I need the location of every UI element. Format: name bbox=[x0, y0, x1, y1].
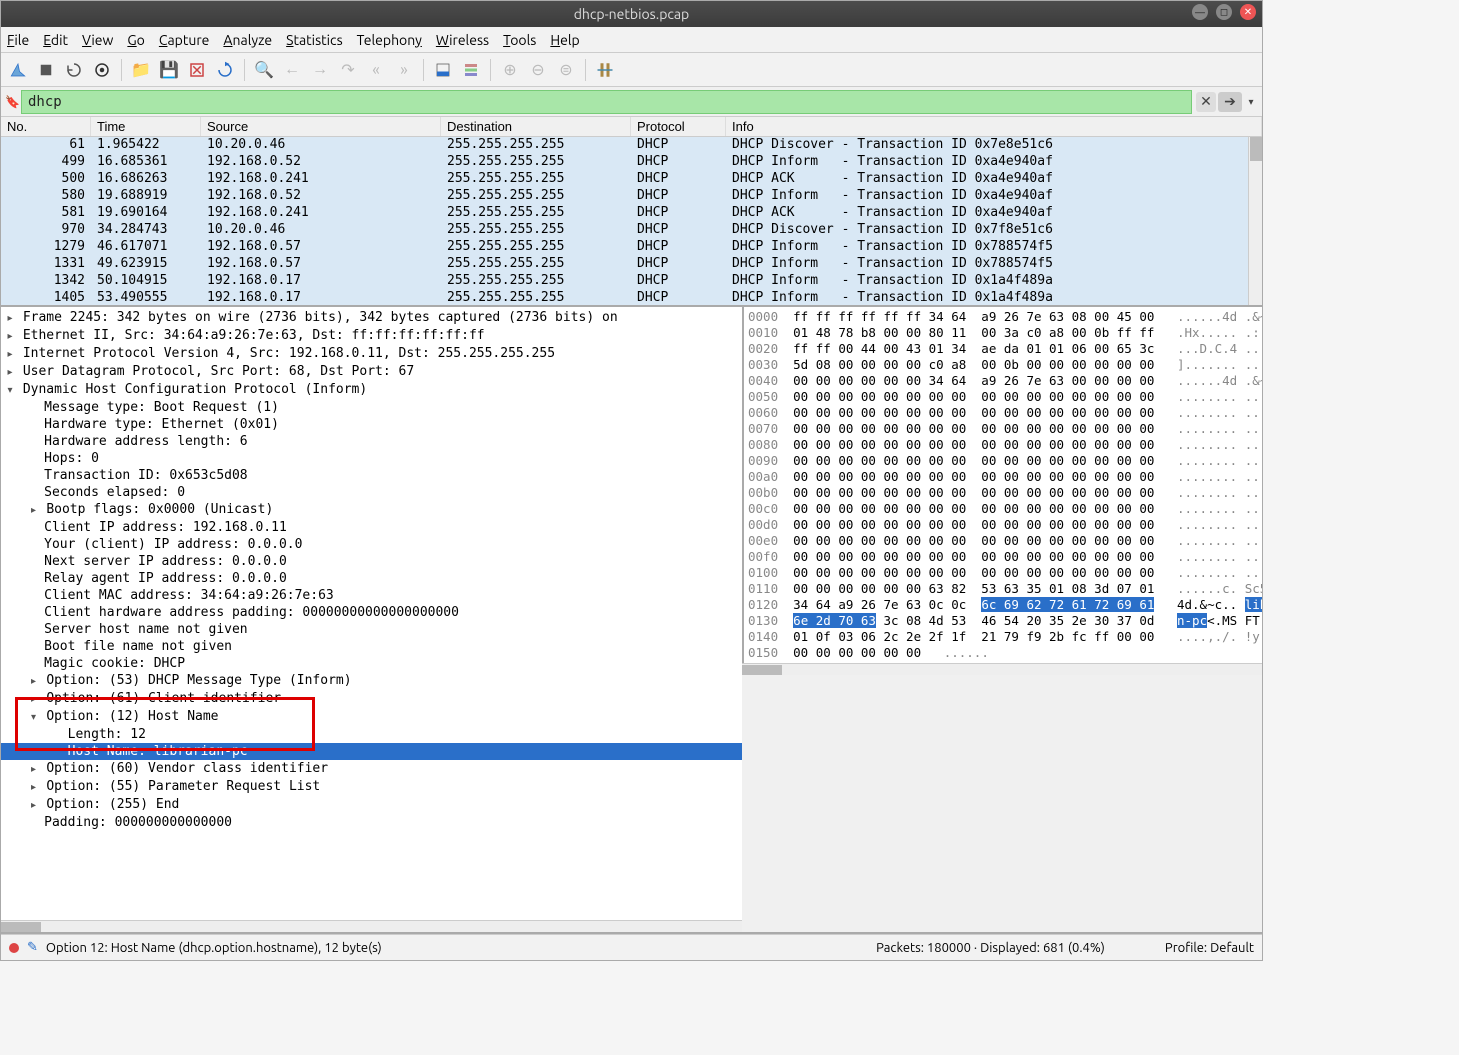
packet-list-header[interactable]: No. Time Source Destination Protocol Inf… bbox=[1, 117, 1262, 137]
col-no: No. bbox=[1, 117, 91, 136]
hex-row[interactable]: 0060 00 00 00 00 00 00 00 00 00 00 00 00… bbox=[748, 405, 1258, 421]
hex-hscrollbar[interactable] bbox=[742, 663, 1262, 675]
hex-row[interactable]: 0010 01 48 78 b8 00 00 80 11 00 3a c0 a8… bbox=[748, 325, 1258, 341]
hex-row[interactable]: 0140 01 0f 03 06 2c 2e 2f 1f 21 79 f9 2b… bbox=[748, 629, 1258, 645]
hex-row[interactable]: 00e0 00 00 00 00 00 00 00 00 00 00 00 00… bbox=[748, 533, 1258, 549]
menu-statistics[interactable]: Statistics bbox=[286, 32, 342, 48]
menu-wireless[interactable]: Wireless bbox=[436, 32, 489, 48]
prev-icon[interactable]: ← bbox=[279, 57, 305, 83]
close-icon[interactable]: ✕ bbox=[1240, 4, 1256, 20]
display-filter-input[interactable] bbox=[21, 90, 1192, 114]
zoom-reset-icon[interactable]: ⊜ bbox=[553, 57, 579, 83]
hex-row[interactable]: 0000 ff ff ff ff ff ff 34 64 a9 26 7e 63… bbox=[748, 309, 1258, 325]
titlebar: dhcp-netbios.pcap — ◻ ✕ bbox=[1, 1, 1262, 27]
menu-help[interactable]: Help bbox=[550, 32, 579, 48]
hex-row[interactable]: 0020 ff ff 00 44 00 43 01 34 ae da 01 01… bbox=[748, 341, 1258, 357]
apply-filter-icon[interactable]: ➔ bbox=[1218, 92, 1242, 112]
packet-row[interactable]: 140553.490555192.168.0.17255.255.255.255… bbox=[1, 290, 1262, 307]
menu-analyze[interactable]: Analyze bbox=[223, 32, 272, 48]
hex-row[interactable]: 0090 00 00 00 00 00 00 00 00 00 00 00 00… bbox=[748, 453, 1258, 469]
autoscroll-icon[interactable] bbox=[430, 57, 456, 83]
maximize-icon[interactable]: ◻ bbox=[1216, 4, 1232, 20]
hex-row[interactable]: 00f0 00 00 00 00 00 00 00 00 00 00 00 00… bbox=[748, 549, 1258, 565]
toolbar: 📁 💾 🔍 ← → ↷ « » ⊕ ⊖ ⊜ bbox=[1, 53, 1262, 87]
menu-edit[interactable]: Edit bbox=[43, 32, 68, 48]
colorize-icon[interactable] bbox=[458, 57, 484, 83]
goto-first-icon[interactable]: « bbox=[363, 57, 389, 83]
open-file-icon[interactable]: 📁 bbox=[128, 57, 154, 83]
hex-row[interactable]: 00b0 00 00 00 00 00 00 00 00 00 00 00 00… bbox=[748, 485, 1258, 501]
col-proto: Protocol bbox=[631, 117, 726, 136]
app-window: dhcp-netbios.pcap — ◻ ✕ File Edit View G… bbox=[0, 0, 1263, 961]
hex-row[interactable]: 0150 00 00 00 00 00 00 ...... bbox=[748, 645, 1258, 661]
packet-row[interactable]: 58119.690164192.168.0.241255.255.255.255… bbox=[1, 205, 1262, 222]
find-icon[interactable]: 🔍 bbox=[251, 57, 277, 83]
hex-row[interactable]: 0100 00 00 00 00 00 00 00 00 00 00 00 00… bbox=[748, 565, 1258, 581]
hex-row[interactable]: 0080 00 00 00 00 00 00 00 00 00 00 00 00… bbox=[748, 437, 1258, 453]
packet-list-pane: No. Time Source Destination Protocol Inf… bbox=[1, 117, 1262, 307]
hex-row[interactable]: 00d0 00 00 00 00 00 00 00 00 00 00 00 00… bbox=[748, 517, 1258, 533]
options-icon[interactable] bbox=[89, 57, 115, 83]
reload-icon[interactable] bbox=[212, 57, 238, 83]
shark-fin-icon[interactable] bbox=[5, 57, 31, 83]
hex-row[interactable]: 0070 00 00 00 00 00 00 00 00 00 00 00 00… bbox=[748, 421, 1258, 437]
packet-row[interactable]: 97034.28474310.20.0.46255.255.255.255DHC… bbox=[1, 222, 1262, 239]
packet-bytes-pane[interactable]: 0000 ff ff ff ff ff ff 34 64 a9 26 7e 63… bbox=[742, 307, 1262, 663]
selected-field-hostname: Host Name: librarian-pc bbox=[1, 743, 742, 760]
packet-row[interactable]: 611.96542210.20.0.46255.255.255.255DHCPD… bbox=[1, 137, 1262, 154]
packet-row[interactable]: 49916.685361192.168.0.52255.255.255.255D… bbox=[1, 154, 1262, 171]
status-profile[interactable]: Profile: Default bbox=[1165, 941, 1254, 955]
jump-icon[interactable]: ↷ bbox=[335, 57, 361, 83]
hex-row[interactable]: 0130 6e 2d 70 63 3c 08 4d 53 46 54 20 35… bbox=[748, 613, 1258, 629]
hex-row[interactable]: 0110 00 00 00 00 00 00 63 82 53 63 35 01… bbox=[748, 581, 1258, 597]
menu-tools[interactable]: Tools bbox=[503, 32, 536, 48]
close-file-icon[interactable] bbox=[184, 57, 210, 83]
menubar: File Edit View Go Capture Analyze Statis… bbox=[1, 27, 1262, 53]
col-time: Time bbox=[91, 117, 201, 136]
col-dest: Destination bbox=[441, 117, 631, 136]
col-info: Info bbox=[726, 117, 1262, 136]
packet-row[interactable]: 50016.686263192.168.0.241255.255.255.255… bbox=[1, 171, 1262, 188]
packet-list-scrollbar[interactable] bbox=[1248, 137, 1262, 305]
menu-capture[interactable]: Capture bbox=[159, 32, 210, 48]
status-packets: Packets: 180000 · Displayed: 681 (0.4%) bbox=[876, 941, 1105, 955]
menu-view[interactable]: View bbox=[82, 32, 113, 48]
hex-row[interactable]: 0120 34 64 a9 26 7e 63 0c 0c 6c 69 62 72… bbox=[748, 597, 1258, 613]
goto-last-icon[interactable]: » bbox=[391, 57, 417, 83]
filter-dropdown-icon[interactable]: ▾ bbox=[1244, 92, 1258, 112]
status-field: Option 12: Host Name (dhcp.option.hostna… bbox=[46, 941, 382, 955]
zoom-out-icon[interactable]: ⊖ bbox=[525, 57, 551, 83]
packet-row[interactable]: 58019.688919192.168.0.52255.255.255.255D… bbox=[1, 188, 1262, 205]
hex-row[interactable]: 00c0 00 00 00 00 00 00 00 00 00 00 00 00… bbox=[748, 501, 1258, 517]
statusbar: ✎ Option 12: Host Name (dhcp.option.host… bbox=[1, 934, 1262, 960]
menu-telephony[interactable]: Telephony bbox=[357, 32, 422, 48]
hex-row[interactable]: 0040 00 00 00 00 00 00 34 64 a9 26 7e 63… bbox=[748, 373, 1258, 389]
packet-row[interactable]: 127946.617071192.168.0.57255.255.255.255… bbox=[1, 239, 1262, 256]
filter-bar: 🔖 ✕ ➔ ▾ bbox=[1, 87, 1262, 117]
next-icon[interactable]: → bbox=[307, 57, 333, 83]
capture-file-icon[interactable]: ✎ bbox=[27, 940, 38, 955]
detail-hscrollbar[interactable] bbox=[1, 920, 742, 932]
hex-row[interactable]: 0030 5d 08 00 00 00 00 c0 a8 00 0b 00 00… bbox=[748, 357, 1258, 373]
packet-details-pane[interactable]: ▸ Frame 2245: 342 bytes on wire (2736 bi… bbox=[1, 307, 742, 920]
packet-row[interactable]: 134250.104915192.168.0.17255.255.255.255… bbox=[1, 273, 1262, 290]
hex-row[interactable]: 00a0 00 00 00 00 00 00 00 00 00 00 00 00… bbox=[748, 469, 1258, 485]
clear-filter-icon[interactable]: ✕ bbox=[1196, 92, 1216, 112]
packet-row[interactable]: 133149.623915192.168.0.57255.255.255.255… bbox=[1, 256, 1262, 273]
window-title: dhcp-netbios.pcap bbox=[574, 6, 690, 22]
menu-file[interactable]: File bbox=[7, 32, 29, 48]
resize-columns-icon[interactable] bbox=[592, 57, 618, 83]
hex-row[interactable]: 0050 00 00 00 00 00 00 00 00 00 00 00 00… bbox=[748, 389, 1258, 405]
expert-info-icon[interactable] bbox=[9, 943, 19, 953]
menu-go[interactable]: Go bbox=[127, 32, 145, 48]
minimize-icon[interactable]: — bbox=[1192, 4, 1208, 20]
restart-capture-icon[interactable] bbox=[61, 57, 87, 83]
bookmark-icon[interactable]: 🔖 bbox=[5, 95, 17, 109]
save-file-icon[interactable]: 💾 bbox=[156, 57, 182, 83]
zoom-in-icon[interactable]: ⊕ bbox=[497, 57, 523, 83]
stop-capture-icon[interactable] bbox=[33, 57, 59, 83]
col-source: Source bbox=[201, 117, 441, 136]
